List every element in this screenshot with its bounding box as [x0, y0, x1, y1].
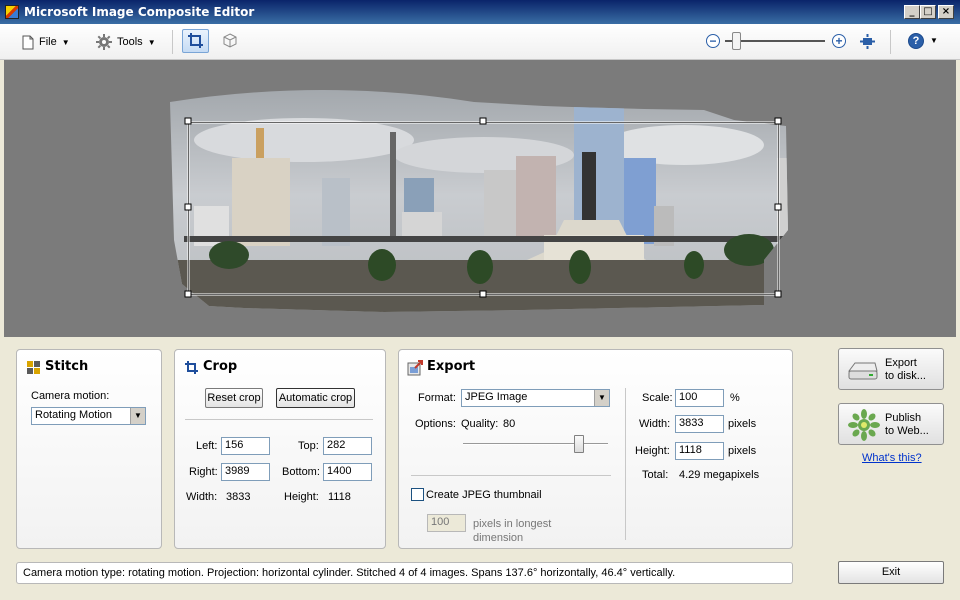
chevron-down-icon: ▼	[594, 390, 609, 406]
total-value: 4.29 megapixels	[679, 469, 760, 481]
tools-menu-label: Tools	[117, 36, 143, 48]
disk-icon	[848, 362, 878, 380]
stitch-title: Stitch	[45, 359, 89, 374]
export-title: Export	[427, 359, 476, 374]
panorama-canvas[interactable]	[4, 60, 956, 337]
toolbar: File ▼ Tools ▼	[0, 24, 960, 60]
reset-crop-button[interactable]: Reset crop	[205, 388, 263, 408]
chevron-down-icon: ▼	[930, 36, 938, 45]
3d-view-button[interactable]	[221, 32, 239, 50]
panorama-image	[170, 90, 788, 312]
help-icon: ?	[908, 33, 924, 49]
zoom-out-icon[interactable]: −	[706, 34, 720, 48]
scale-unit: %	[730, 392, 740, 404]
export-width-unit: pixels	[728, 418, 757, 430]
exit-button[interactable]: Exit	[838, 561, 944, 584]
crop-bottom-input[interactable]: 1400	[323, 463, 372, 481]
crop-width-label: Width:	[186, 491, 218, 503]
thumbnail-size-label: pixels in longest dimension	[473, 518, 552, 544]
crop-right-input[interactable]: 3989	[221, 463, 270, 481]
crop-left-input[interactable]: 156	[221, 437, 270, 455]
quality-slider-thumb[interactable]	[574, 435, 584, 453]
export-height-unit: pixels	[728, 445, 757, 457]
export-width-input[interactable]: 3833	[675, 415, 724, 433]
camera-motion-value: Rotating Motion	[35, 409, 113, 421]
divider	[411, 475, 611, 476]
file-menu-label: File	[39, 36, 57, 48]
format-value: JPEG Image	[465, 391, 528, 403]
toolbar-separator	[890, 30, 891, 54]
zoom-slider-thumb[interactable]	[732, 32, 741, 50]
crop-top-label: Top:	[298, 440, 319, 452]
divider	[625, 388, 626, 540]
chevron-down-icon: ▼	[130, 408, 145, 424]
chevron-down-icon: ▼	[147, 37, 156, 47]
window-title: Microsoft Image Composite Editor	[24, 5, 255, 19]
stitch-icon	[27, 361, 40, 374]
export-panel: Export Format: JPEG Image ▼ Options: Qua…	[398, 349, 793, 549]
crop-height-value: 1118	[328, 491, 351, 503]
export-height-input[interactable]: 1118	[675, 442, 724, 460]
quality-slider-track	[463, 443, 608, 445]
export-to-disk-button[interactable]: Export to disk...	[838, 348, 944, 390]
photosynth-icon	[848, 409, 880, 441]
chevron-down-icon: ▼	[61, 37, 70, 47]
close-button[interactable]: ×	[938, 5, 954, 19]
publish-web-line1: Publish	[885, 412, 922, 424]
divider	[185, 419, 373, 420]
crop-icon	[185, 361, 198, 374]
file-menu[interactable]: File ▼	[22, 33, 70, 51]
crop-mode-button[interactable]	[182, 29, 209, 53]
fit-to-window-button[interactable]	[859, 33, 876, 50]
jpeg-thumbnail-label: Create JPEG thumbnail	[426, 489, 542, 501]
gear-icon	[96, 34, 112, 50]
automatic-crop-button[interactable]: Automatic crop	[276, 388, 355, 408]
app-icon	[5, 5, 19, 19]
crop-panel: Crop Reset crop Automatic crop Left: 156…	[174, 349, 386, 549]
publish-to-web-button[interactable]: Publish to Web...	[838, 403, 944, 445]
crop-height-label: Height:	[284, 491, 319, 503]
scale-input[interactable]: 100	[675, 389, 724, 407]
status-message: Camera motion type: rotating motion. Pro…	[16, 562, 793, 584]
fit-window-icon	[860, 34, 875, 49]
crop-icon	[188, 33, 203, 48]
crop-width-value: 3833	[226, 491, 251, 503]
cube-icon	[223, 33, 237, 48]
document-icon	[22, 35, 34, 49]
publish-web-line2: to Web...	[885, 425, 929, 437]
scale-label: Scale:	[642, 392, 673, 404]
stitch-panel: Stitch Camera motion: Rotating Motion ▼	[16, 349, 162, 549]
minimize-button[interactable]: _	[904, 5, 920, 19]
title-bar: Microsoft Image Composite Editor _ □ ×	[0, 0, 960, 24]
maximize-button[interactable]: □	[920, 5, 936, 19]
whats-this-link[interactable]: What's this?	[862, 452, 922, 464]
camera-motion-select[interactable]: Rotating Motion ▼	[31, 407, 146, 425]
tools-menu[interactable]: Tools ▼	[96, 33, 156, 51]
crop-title: Crop	[203, 359, 238, 374]
zoom-in-icon[interactable]: +	[832, 34, 846, 48]
export-icon	[407, 360, 423, 376]
quality-label: Quality:	[461, 418, 499, 430]
export-width-label: Width:	[639, 418, 671, 430]
crop-left-label: Left:	[196, 440, 218, 452]
camera-motion-label: Camera motion:	[31, 390, 110, 402]
total-label: Total:	[642, 469, 669, 481]
export-disk-line1: Export	[885, 357, 917, 369]
help-menu[interactable]: ? ▼	[908, 33, 940, 50]
format-select[interactable]: JPEG Image ▼	[461, 389, 610, 407]
crop-top-input[interactable]: 282	[323, 437, 372, 455]
thumbnail-size-input[interactable]: 100	[427, 514, 466, 532]
options-label: Options:	[415, 418, 456, 430]
export-disk-line2: to disk...	[885, 370, 926, 382]
toolbar-separator	[172, 30, 173, 54]
jpeg-thumbnail-checkbox[interactable]	[411, 488, 424, 501]
quality-value: 80	[503, 418, 516, 430]
format-label: Format:	[418, 392, 456, 404]
crop-bottom-label: Bottom:	[282, 466, 320, 478]
crop-right-label: Right:	[189, 466, 218, 478]
export-height-label: Height:	[635, 445, 670, 457]
